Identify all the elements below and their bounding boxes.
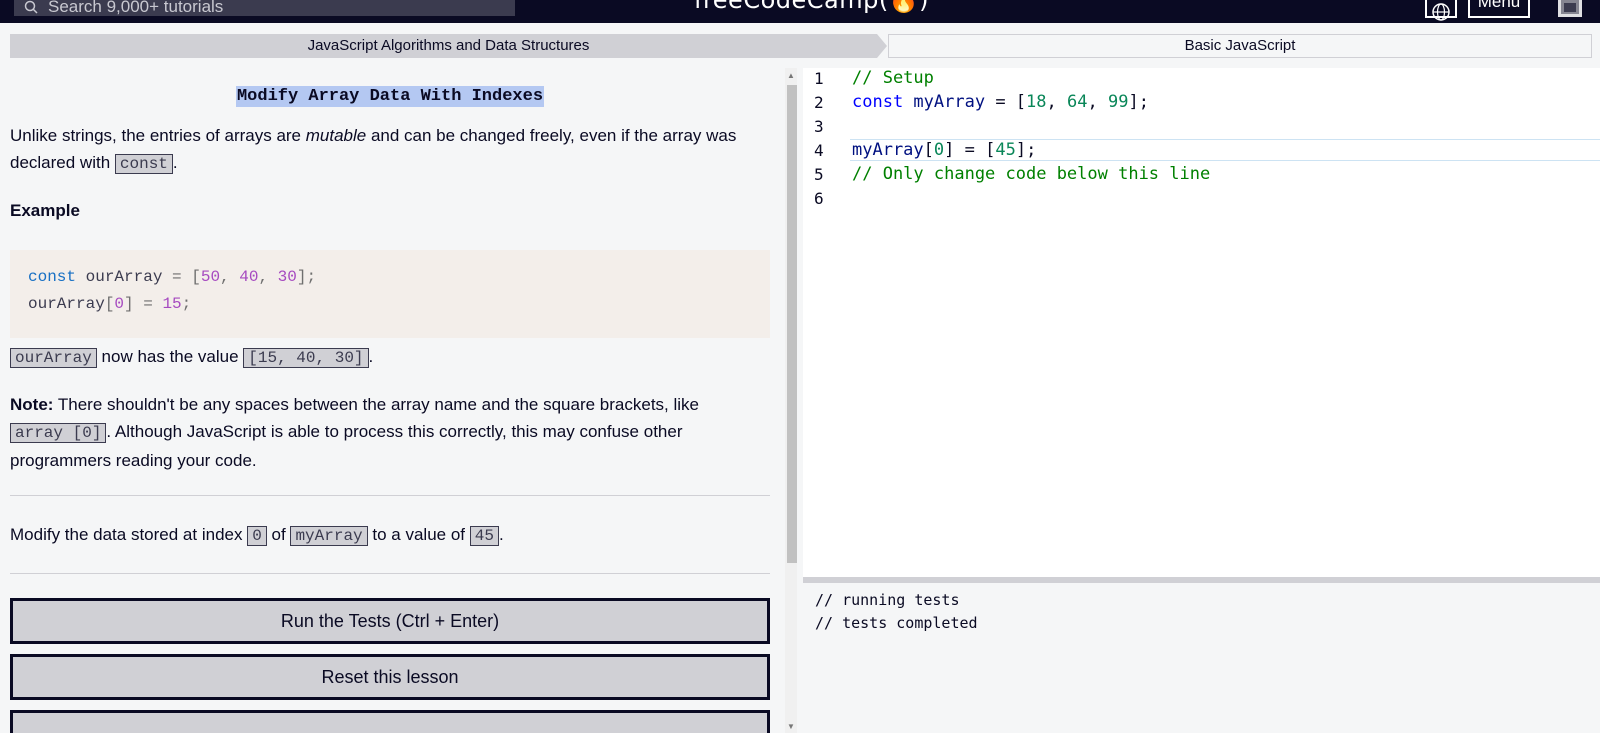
search-input[interactable]: Search 9,000+ tutorials	[14, 0, 515, 16]
breadcrumb: JavaScript Algorithms and Data Structure…	[10, 34, 1592, 58]
divider	[10, 573, 770, 574]
intro-paragraph: Unlike strings, the entries of arrays ar…	[10, 122, 760, 178]
lesson-title-wrapper: Modify Array Data With Indexes	[10, 86, 770, 107]
code-line-5: // Only change code below this line	[852, 164, 1211, 184]
result-text: now has the value	[96, 347, 244, 366]
console-line: // running tests	[815, 591, 960, 609]
menu-button[interactable]: Menu	[1468, 0, 1530, 18]
console-line: // tests completed	[815, 614, 978, 632]
intro-text: Unlike strings, the entries of arrays ar…	[10, 126, 306, 145]
search-placeholder: Search 9,000+ tutorials	[48, 0, 224, 16]
output-console: // running tests // tests completed	[803, 583, 1600, 733]
intro-end: .	[172, 153, 178, 172]
inline-code-result-value: [15, 40, 30]	[243, 348, 369, 368]
task-end: .	[498, 525, 504, 544]
freecodecamp-logo[interactable]: freeCodeCamp(🔥)	[694, 0, 929, 14]
instructions-panel: Modify Array Data With Indexes Unlike st…	[10, 68, 770, 733]
inline-code-value: 45	[469, 526, 499, 546]
line-number: 4	[814, 141, 824, 160]
user-avatar-icon	[1561, 0, 1579, 14]
result-paragraph: ourArray now has the value [15, 40, 30].	[10, 343, 760, 372]
top-navbar: Search 9,000+ tutorials freeCodeCamp(🔥) …	[0, 0, 1600, 23]
inline-code-ourarray: ourArray	[10, 348, 97, 368]
note-text-2: . Although JavaScript is able to process…	[106, 422, 683, 441]
inline-code-index: 0	[247, 526, 267, 546]
lesson-title: Modify Array Data With Indexes	[235, 86, 545, 107]
note-paragraph: Note: There shouldn't be any spaces betw…	[10, 391, 760, 474]
example-code-line-2: ourArray[0] = 15;	[28, 295, 192, 313]
line-number: 6	[814, 189, 824, 208]
globe-icon	[1432, 3, 1450, 21]
line-number: 3	[814, 117, 824, 136]
next-button-partial[interactable]	[10, 710, 770, 733]
code-line-1: // Setup	[852, 68, 934, 88]
line-number: 1	[814, 69, 824, 88]
menu-label: Menu	[1477, 0, 1521, 11]
breadcrumb-block[interactable]: Basic JavaScript	[888, 34, 1592, 58]
example-code-block: const ourArray = [50, 40, 30]; ourArray[…	[10, 250, 770, 338]
scroll-up-icon[interactable]: ▲	[787, 71, 795, 80]
scroll-down-icon[interactable]: ▼	[787, 722, 795, 731]
code-line-2: const myArray = [18, 64, 99];	[852, 92, 1149, 112]
inline-code-const: const	[114, 154, 173, 174]
task-text-2: of	[266, 525, 291, 544]
intro-text-3: declared with	[10, 153, 115, 172]
line-number: 2	[814, 93, 824, 112]
code-line-4: myArray[0] = [45];	[852, 140, 1037, 160]
reset-lesson-button[interactable]: Reset this lesson	[10, 654, 770, 700]
note-label: Note:	[10, 395, 54, 414]
avatar[interactable]	[1556, 0, 1584, 19]
intro-emphasis: mutable	[305, 126, 367, 145]
inline-code-array-space: array [0]	[10, 423, 107, 443]
divider	[10, 495, 770, 496]
result-end: .	[368, 347, 374, 366]
note-text: There shouldn't be any spaces between th…	[53, 395, 699, 414]
example-code-line-1: const ourArray = [50, 40, 30];	[28, 268, 317, 286]
example-heading: Example	[10, 201, 80, 220]
task-paragraph: Modify the data stored at index 0 of myA…	[10, 521, 760, 550]
breadcrumb-superblock[interactable]: JavaScript Algorithms and Data Structure…	[10, 34, 887, 58]
search-icon	[24, 0, 38, 14]
line-number: 5	[814, 165, 824, 184]
note-text-3: programmers reading your code.	[10, 451, 257, 470]
run-tests-button[interactable]: Run the Tests (Ctrl + Enter)	[10, 598, 770, 644]
inline-code-myarray: myArray	[290, 526, 368, 546]
task-text-3: to a value of	[367, 525, 470, 544]
language-button[interactable]	[1425, 0, 1457, 21]
task-text: Modify the data stored at index	[10, 525, 248, 544]
instructions-scrollbar-thumb[interactable]	[787, 85, 797, 563]
intro-text-2: and can be changed freely, even if the a…	[366, 126, 737, 145]
